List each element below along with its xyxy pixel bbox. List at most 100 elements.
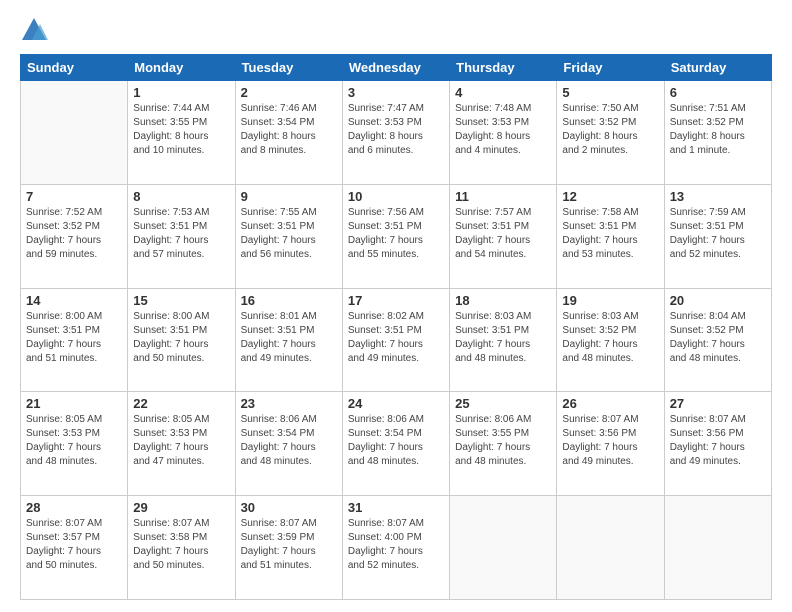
day-number: 5 [562,85,658,100]
day-header-tuesday: Tuesday [235,55,342,81]
day-header-monday: Monday [128,55,235,81]
day-cell-7: 7 Sunrise: 7:52 AM Sunset: 3:52 PM Daylig… [21,184,128,288]
day-cell-31: 31 Sunrise: 8:07 AM Sunset: 4:00 PM Dayli… [342,496,449,600]
day-number: 17 [348,293,444,308]
day-cell-29: 29 Sunrise: 8:07 AM Sunset: 3:58 PM Dayli… [128,496,235,600]
day-cell-19: 19Sunrise: 8:03 AM Sunset: 3:52 PM Dayli… [557,288,664,392]
day-info: Sunrise: 7:59 AM Sunset: 3:51 PM Dayligh… [670,206,766,262]
day-number: 12 [562,189,658,204]
day-cell-24: 24 Sunrise: 8:06 AM Sunset: 3:54 PM Dayli… [342,392,449,496]
day-number: 22 [133,396,229,411]
day-cell-6: 6 Sunrise: 7:51 AM Sunset: 3:52 PM Daylig… [664,81,771,185]
empty-cell [557,496,664,600]
day-info: Sunrise: 7:51 AM Sunset: 3:52 PM Dayligh… [670,102,766,158]
day-number: 31 [348,500,444,515]
page: SundayMondayTuesdayWednesdayThursdayFrid… [0,0,792,612]
day-info: Sunrise: 7:55 AM Sunset: 3:51 PM Dayligh… [241,206,337,262]
day-cell-13: 13 Sunrise: 7:59 AM Sunset: 3:51 PM Dayli… [664,184,771,288]
day-number: 6 [670,85,766,100]
day-header-thursday: Thursday [450,55,557,81]
day-info: Sunrise: 8:03 AM Sunset: 3:51 PM Dayligh… [455,310,551,366]
day-info: Sunrise: 7:58 AM Sunset: 3:51 PM Dayligh… [562,206,658,262]
day-number: 11 [455,189,551,204]
day-info: Sunrise: 7:46 AM Sunset: 3:54 PM Dayligh… [241,102,337,158]
day-number: 7 [26,189,122,204]
day-number: 20 [670,293,766,308]
day-cell-27: 27 Sunrise: 8:07 AM Sunset: 3:56 PM Dayli… [664,392,771,496]
day-cell-26: 26 Sunrise: 8:07 AM Sunset: 3:56 PM Dayli… [557,392,664,496]
day-info: Sunrise: 7:57 AM Sunset: 3:51 PM Dayligh… [455,206,551,262]
day-number: 30 [241,500,337,515]
day-info: Sunrise: 8:04 AM Sunset: 3:52 PM Dayligh… [670,310,766,366]
day-info: Sunrise: 8:05 AM Sunset: 3:53 PM Dayligh… [26,413,122,469]
day-number: 3 [348,85,444,100]
empty-cell [450,496,557,600]
day-cell-1: 1 Sunrise: 7:44 AM Sunset: 3:55 PM Daylig… [128,81,235,185]
week-row-2: 7 Sunrise: 7:52 AM Sunset: 3:52 PM Daylig… [21,184,772,288]
day-cell-3: 3 Sunrise: 7:47 AM Sunset: 3:53 PM Daylig… [342,81,449,185]
day-number: 13 [670,189,766,204]
week-row-4: 21 Sunrise: 8:05 AM Sunset: 3:53 PM Dayli… [21,392,772,496]
day-info: Sunrise: 8:00 AM Sunset: 3:51 PM Dayligh… [26,310,122,366]
day-info: Sunrise: 7:50 AM Sunset: 3:52 PM Dayligh… [562,102,658,158]
day-number: 14 [26,293,122,308]
day-cell-5: 5 Sunrise: 7:50 AM Sunset: 3:52 PM Daylig… [557,81,664,185]
day-info: Sunrise: 8:06 AM Sunset: 3:55 PM Dayligh… [455,413,551,469]
day-cell-12: 12 Sunrise: 7:58 AM Sunset: 3:51 PM Dayli… [557,184,664,288]
day-info: Sunrise: 8:02 AM Sunset: 3:51 PM Dayligh… [348,310,444,366]
day-cell-28: 28Sunrise: 8:07 AM Sunset: 3:57 PM Dayli… [21,496,128,600]
day-info: Sunrise: 7:52 AM Sunset: 3:52 PM Dayligh… [26,206,122,262]
day-cell-25: 25 Sunrise: 8:06 AM Sunset: 3:55 PM Dayli… [450,392,557,496]
day-cell-20: 20 Sunrise: 8:04 AM Sunset: 3:52 PM Dayli… [664,288,771,392]
day-number: 9 [241,189,337,204]
day-number: 23 [241,396,337,411]
days-header-row: SundayMondayTuesdayWednesdayThursdayFrid… [21,55,772,81]
day-cell-17: 17 Sunrise: 8:02 AM Sunset: 3:51 PM Dayli… [342,288,449,392]
day-info: Sunrise: 8:07 AM Sunset: 3:56 PM Dayligh… [670,413,766,469]
day-info: Sunrise: 7:53 AM Sunset: 3:51 PM Dayligh… [133,206,229,262]
logo-icon [20,16,48,44]
day-number: 1 [133,85,229,100]
day-number: 27 [670,396,766,411]
week-row-1: 1 Sunrise: 7:44 AM Sunset: 3:55 PM Daylig… [21,81,772,185]
day-info: Sunrise: 8:01 AM Sunset: 3:51 PM Dayligh… [241,310,337,366]
day-cell-4: 4Sunrise: 7:48 AM Sunset: 3:53 PM Daylig… [450,81,557,185]
day-header-saturday: Saturday [664,55,771,81]
day-number: 10 [348,189,444,204]
header [20,16,772,44]
day-number: 21 [26,396,122,411]
day-cell-30: 30Sunrise: 8:07 AM Sunset: 3:59 PM Dayli… [235,496,342,600]
day-info: Sunrise: 8:07 AM Sunset: 3:56 PM Dayligh… [562,413,658,469]
day-cell-16: 16 Sunrise: 8:01 AM Sunset: 3:51 PM Dayli… [235,288,342,392]
day-cell-11: 11 Sunrise: 7:57 AM Sunset: 3:51 PM Dayli… [450,184,557,288]
day-info: Sunrise: 7:56 AM Sunset: 3:51 PM Dayligh… [348,206,444,262]
day-cell-15: 15 Sunrise: 8:00 AM Sunset: 3:51 PM Dayli… [128,288,235,392]
day-number: 25 [455,396,551,411]
day-cell-8: 8Sunrise: 7:53 AM Sunset: 3:51 PM Daylig… [128,184,235,288]
day-info: Sunrise: 8:07 AM Sunset: 4:00 PM Dayligh… [348,517,444,573]
day-cell-10: 10 Sunrise: 7:56 AM Sunset: 3:51 PM Dayli… [342,184,449,288]
day-number: 26 [562,396,658,411]
day-header-wednesday: Wednesday [342,55,449,81]
day-info: Sunrise: 8:00 AM Sunset: 3:51 PM Dayligh… [133,310,229,366]
day-cell-14: 14 Sunrise: 8:00 AM Sunset: 3:51 PM Dayli… [21,288,128,392]
day-number: 2 [241,85,337,100]
day-cell-2: 2 Sunrise: 7:46 AM Sunset: 3:54 PM Daylig… [235,81,342,185]
calendar-table: SundayMondayTuesdayWednesdayThursdayFrid… [20,54,772,600]
day-info: Sunrise: 7:47 AM Sunset: 3:53 PM Dayligh… [348,102,444,158]
day-info: Sunrise: 8:07 AM Sunset: 3:58 PM Dayligh… [133,517,229,573]
day-info: Sunrise: 8:06 AM Sunset: 3:54 PM Dayligh… [348,413,444,469]
week-row-5: 28Sunrise: 8:07 AM Sunset: 3:57 PM Dayli… [21,496,772,600]
empty-cell [21,81,128,185]
day-info: Sunrise: 8:06 AM Sunset: 3:54 PM Dayligh… [241,413,337,469]
day-info: Sunrise: 8:05 AM Sunset: 3:53 PM Dayligh… [133,413,229,469]
day-cell-18: 18 Sunrise: 8:03 AM Sunset: 3:51 PM Dayli… [450,288,557,392]
day-number: 16 [241,293,337,308]
day-info: Sunrise: 7:44 AM Sunset: 3:55 PM Dayligh… [133,102,229,158]
day-number: 15 [133,293,229,308]
logo [20,16,52,44]
day-number: 29 [133,500,229,515]
day-number: 18 [455,293,551,308]
day-number: 24 [348,396,444,411]
day-cell-21: 21 Sunrise: 8:05 AM Sunset: 3:53 PM Dayli… [21,392,128,496]
